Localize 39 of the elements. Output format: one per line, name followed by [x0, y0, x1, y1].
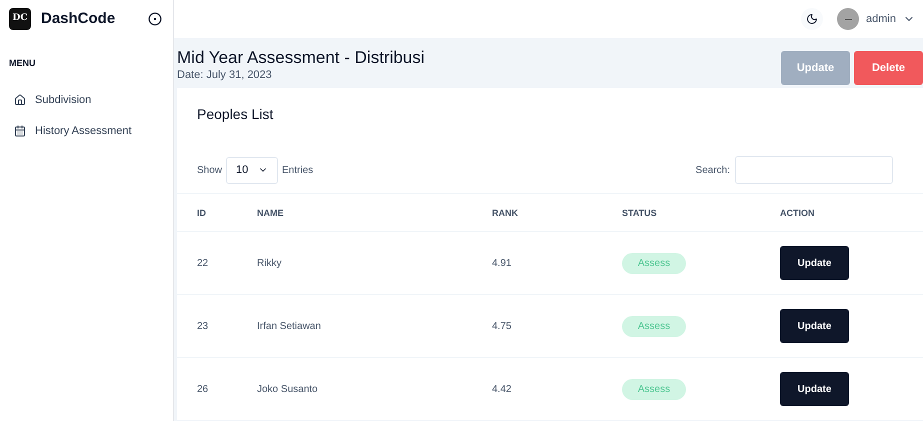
status-badge: Assess — [622, 378, 686, 400]
table-cell: 4.42 — [492, 384, 512, 394]
table-cell: 4.91 — [492, 258, 512, 268]
moon-icon — [806, 13, 818, 25]
calendar-icon — [14, 125, 26, 137]
show-label: Show — [197, 164, 222, 178]
logo-mark: DC — [9, 8, 31, 30]
column-header: ACTION — [780, 208, 814, 218]
sidebar-item[interactable]: Subdivision — [0, 84, 173, 116]
sidebar-toggle-icon[interactable] — [148, 12, 162, 26]
page-date: Date: July 31, 2023 — [177, 68, 273, 82]
sidebar-item[interactable]: History Assessment — [0, 116, 173, 146]
table-cell: 22 — [197, 258, 208, 268]
search-label: Search: — [696, 164, 730, 178]
dark-mode-button[interactable] — [801, 8, 824, 30]
search-field[interactable] — [735, 156, 893, 184]
status-badge: Assess — [622, 316, 686, 336]
home-icon — [14, 94, 26, 106]
page-title: Mid Year Assessment - Distribusi — [177, 48, 425, 68]
column-header: STATUS — [622, 208, 657, 218]
brand-name: DashCode — [41, 8, 116, 29]
table-cell: Irfan Setiawan — [257, 320, 321, 332]
status-badge: Assess — [622, 252, 686, 274]
table-cell: 23 — [197, 320, 208, 332]
card-title: Peoples List — [196, 105, 274, 124]
table-cell: 26 — [197, 384, 208, 394]
row-update-button[interactable]: Update — [780, 309, 849, 343]
column-header: RANK — [492, 208, 518, 218]
entries-label: Entries — [282, 164, 314, 178]
table-cell: 4.75 — [492, 320, 512, 332]
column-header: ID — [197, 208, 206, 218]
row-update-button[interactable]: Update — [780, 372, 849, 406]
page-size-select[interactable]: 10 — [226, 156, 278, 184]
table-cell: Joko Susanto — [257, 384, 318, 394]
row-update-button[interactable]: Update — [780, 246, 849, 280]
menu-heading: MENU — [8, 57, 36, 70]
table-cell: Rikky — [257, 258, 282, 268]
column-header: NAME — [257, 208, 284, 218]
user-name[interactable]: admin — [866, 10, 896, 28]
